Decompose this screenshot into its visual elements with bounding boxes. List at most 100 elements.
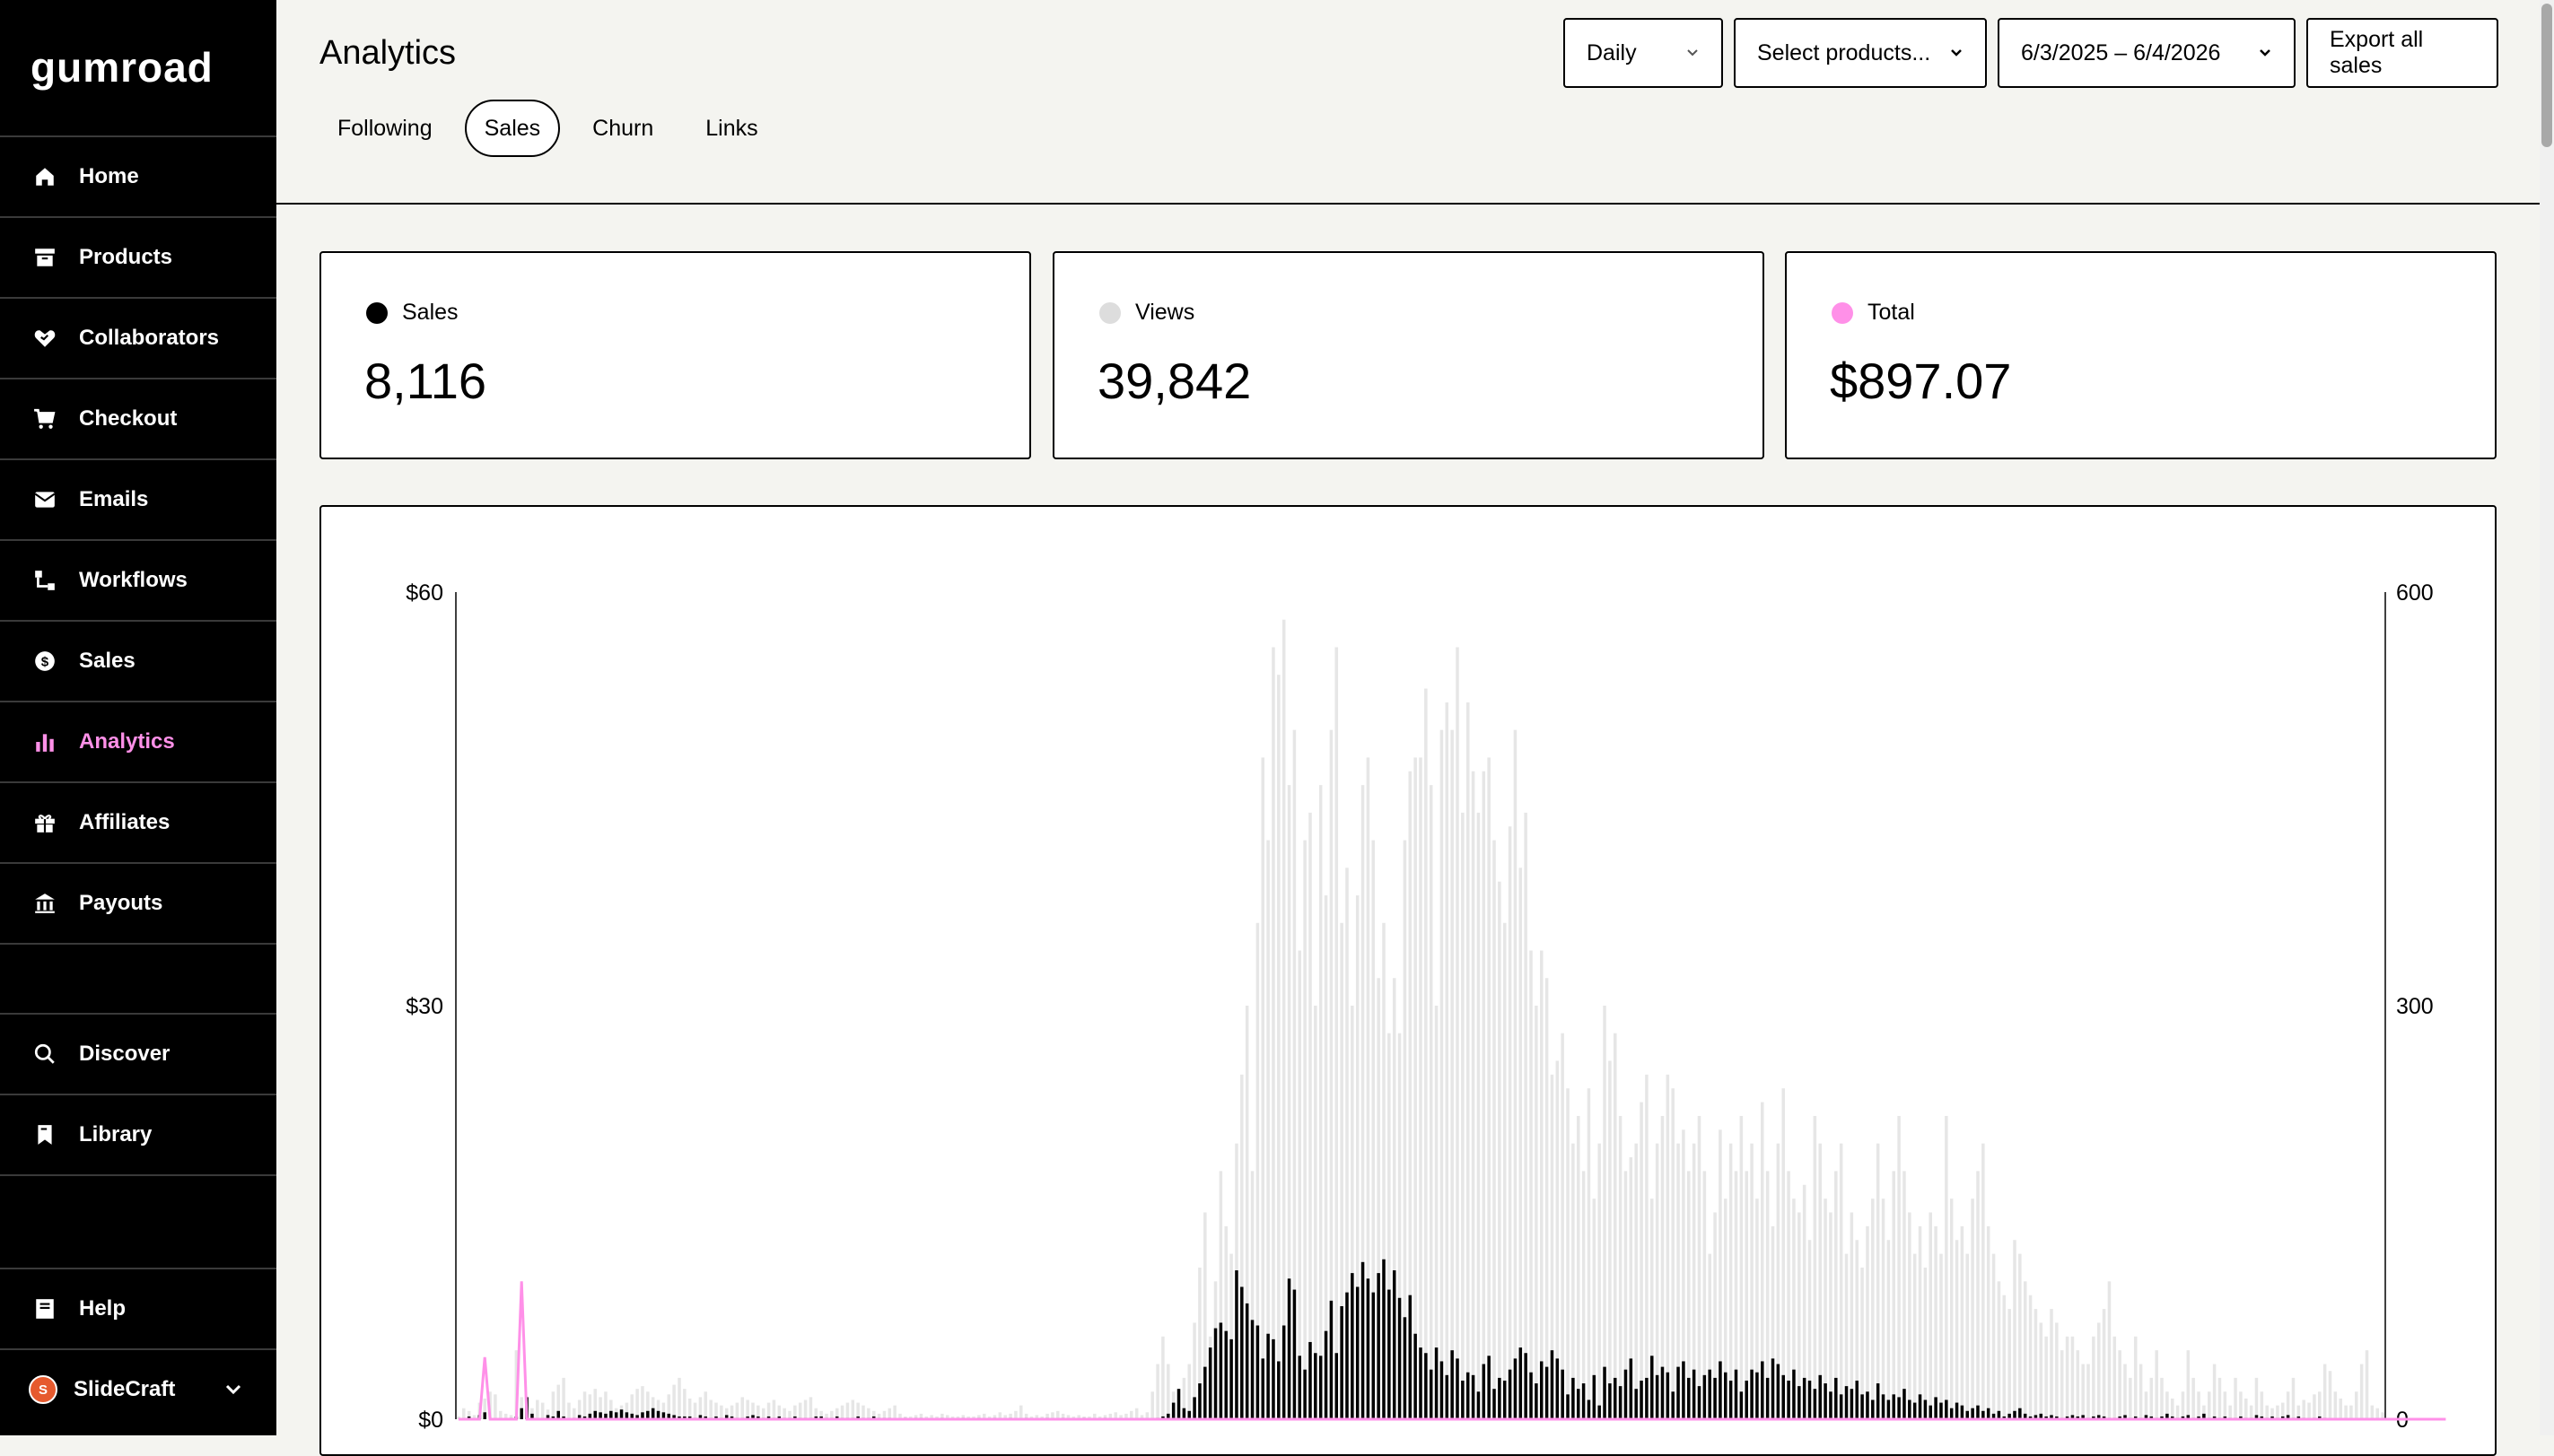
sales-bar bbox=[1355, 1286, 1360, 1419]
views-bar bbox=[2013, 1240, 2016, 1419]
sales-bar bbox=[1229, 1338, 1233, 1419]
sidebar-item-home[interactable]: Home bbox=[0, 137, 276, 218]
sales-bar bbox=[1465, 1372, 1470, 1419]
avatar: S bbox=[29, 1375, 57, 1404]
sidebar-item-analytics[interactable]: Analytics bbox=[0, 702, 276, 783]
views-bar bbox=[2086, 1364, 2090, 1419]
sidebar-item-library[interactable]: Library bbox=[0, 1095, 276, 1176]
sales-bar bbox=[1255, 1325, 1260, 1419]
views-bar bbox=[1277, 675, 1281, 1419]
views-bar bbox=[1019, 1405, 1023, 1419]
sales-bar bbox=[1360, 1261, 1365, 1419]
left-tick-label: $0 bbox=[418, 1408, 443, 1433]
gumroad-logo[interactable]: gumroad bbox=[0, 0, 276, 137]
sidebar-item-sales[interactable]: $ Sales bbox=[0, 622, 276, 702]
views-bar bbox=[1518, 867, 1523, 1419]
scrollbar-thumb[interactable] bbox=[2541, 4, 2552, 147]
tab-sales[interactable]: Sales bbox=[464, 100, 561, 157]
sales-bar bbox=[1866, 1391, 1869, 1419]
sales-bar bbox=[1697, 1386, 1701, 1419]
views-bar bbox=[1634, 1143, 1638, 1419]
sales-bar bbox=[1755, 1372, 1759, 1419]
views-bar bbox=[1781, 1088, 1785, 1419]
sales-bar bbox=[1324, 1330, 1328, 1419]
sidebar-item-workflows[interactable]: Workflows bbox=[0, 541, 276, 622]
views-bar bbox=[1419, 757, 1422, 1419]
views-bar bbox=[2307, 1402, 2311, 1419]
sidebar-item-label: Workflows bbox=[79, 568, 188, 592]
sidebar-item-help[interactable]: Help bbox=[0, 1269, 276, 1350]
views-bar bbox=[1945, 1115, 1948, 1419]
tab-following[interactable]: Following bbox=[318, 100, 452, 157]
sales-bar bbox=[1955, 1402, 1959, 1419]
sales-bar bbox=[1213, 1328, 1218, 1419]
views-bar bbox=[635, 1389, 639, 1419]
product-select[interactable]: Select products... bbox=[1734, 18, 1987, 88]
export-all-sales-button[interactable]: Export all sales bbox=[2306, 18, 2498, 88]
sales-bar bbox=[483, 1412, 486, 1419]
account-name: SlideCraft bbox=[74, 1377, 176, 1401]
sales-bar bbox=[1949, 1408, 1954, 1419]
sales-bar bbox=[1329, 1300, 1334, 1419]
sales-bar bbox=[1976, 1405, 1980, 1419]
views-bar bbox=[1134, 1408, 1139, 1419]
views-bar bbox=[1502, 922, 1507, 1419]
account-info: S SlideCraft bbox=[29, 1375, 175, 1404]
page-header: Analytics Following Sales Churn Links Da… bbox=[276, 0, 2540, 205]
views-bar bbox=[2197, 1391, 2200, 1419]
tab-churn[interactable]: Churn bbox=[573, 100, 673, 157]
sidebar-item-affiliates[interactable]: Affiliates bbox=[0, 783, 276, 864]
page-scrollbar[interactable] bbox=[2540, 0, 2554, 1435]
views-bar bbox=[803, 1399, 808, 1419]
sidebar-item-emails[interactable]: Emails bbox=[0, 460, 276, 541]
views-bar bbox=[704, 1391, 708, 1419]
sales-bar bbox=[1587, 1399, 1591, 1419]
sales-bar bbox=[2018, 1408, 2022, 1419]
dollar-circle-icon: $ bbox=[32, 649, 57, 674]
sidebar-item-label: Checkout bbox=[79, 406, 178, 431]
sidebar-item-checkout[interactable]: Checkout bbox=[0, 379, 276, 460]
views-bar bbox=[1334, 647, 1339, 1419]
views-bar bbox=[2207, 1391, 2211, 1419]
sales-bar bbox=[1650, 1356, 1654, 1419]
views-bar bbox=[1728, 1143, 1733, 1419]
sidebar-item-discover[interactable]: Discover bbox=[0, 1015, 276, 1095]
sales-bar bbox=[1792, 1369, 1796, 1419]
sales-bar bbox=[1702, 1374, 1707, 1419]
views-bar bbox=[2044, 1336, 2048, 1419]
views-bar bbox=[1303, 840, 1307, 1419]
sales-bar bbox=[1824, 1383, 1827, 1419]
views-bar bbox=[2276, 1405, 2279, 1419]
sidebar-item-payouts[interactable]: Payouts bbox=[0, 864, 276, 945]
views-bar bbox=[761, 1408, 765, 1419]
views-bar bbox=[1424, 688, 1428, 1419]
sales-bar bbox=[1614, 1377, 1617, 1419]
sidebar-item-label: Help bbox=[79, 1296, 127, 1321]
sales-bar bbox=[1340, 1305, 1343, 1419]
sidebar-item-products[interactable]: Products bbox=[0, 218, 276, 299]
views-bar bbox=[2034, 1309, 2038, 1419]
sales-bar bbox=[1713, 1377, 1717, 1419]
flow-icon bbox=[32, 568, 57, 593]
views-bar bbox=[2375, 1408, 2379, 1419]
sales-bar bbox=[1502, 1380, 1507, 1419]
sales-bar bbox=[1314, 1353, 1317, 1419]
views-bar bbox=[1581, 1171, 1586, 1419]
interval-select[interactable]: Daily bbox=[1563, 18, 1723, 88]
sales-bar bbox=[1581, 1383, 1586, 1419]
views-bar bbox=[2133, 1336, 2138, 1419]
views-bar bbox=[1156, 1364, 1159, 1419]
tab-links[interactable]: Links bbox=[686, 100, 777, 157]
views-bar bbox=[1471, 771, 1475, 1419]
stat-label: Sales bbox=[366, 300, 459, 326]
views-bar bbox=[2318, 1391, 2322, 1419]
sales-bar bbox=[1886, 1399, 1891, 1419]
sales-bar bbox=[1734, 1369, 1738, 1419]
sales-bar bbox=[1708, 1369, 1711, 1419]
sales-bar bbox=[1561, 1369, 1564, 1419]
date-range-picker[interactable]: 6/3/2025 – 6/4/2026 bbox=[1998, 18, 2296, 88]
sales-bar bbox=[1508, 1369, 1512, 1419]
account-switcher[interactable]: S SlideCraft bbox=[0, 1350, 276, 1429]
sidebar-item-collaborators[interactable]: Collaborators bbox=[0, 299, 276, 379]
sales-chart[interactable]: $0 $30 $60 0 300 600 bbox=[319, 505, 2497, 1456]
